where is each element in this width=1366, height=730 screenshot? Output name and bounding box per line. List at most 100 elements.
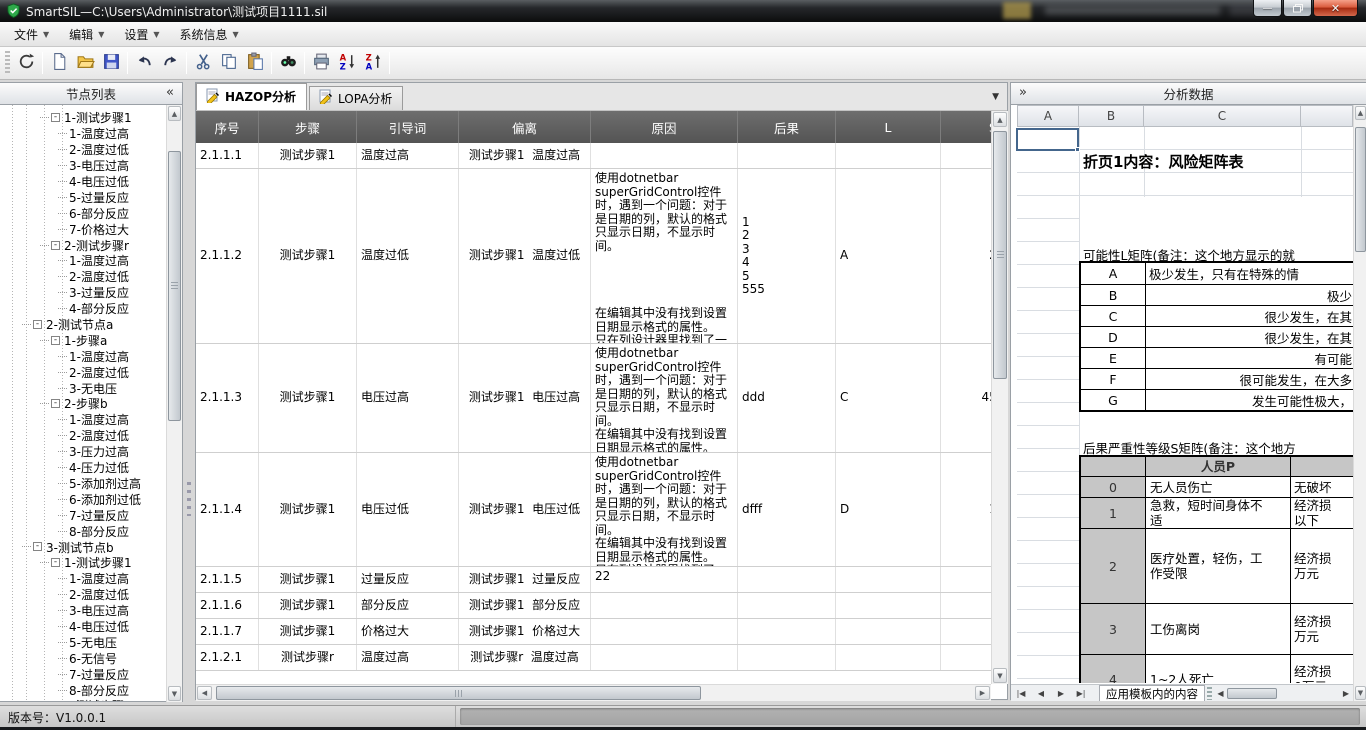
cell-后果[interactable]: ddd (738, 344, 836, 452)
paste-button[interactable] (242, 50, 268, 76)
collapse-node-icon[interactable]: - (51, 113, 60, 122)
cell-引导词[interactable]: 电压过高 (357, 344, 459, 452)
sheet-hscrollbar-thumb[interactable] (1227, 688, 1277, 699)
tree-item[interactable]: 2-温度过低 (0, 364, 166, 380)
tree-item[interactable]: 7-过量反应 (0, 666, 166, 682)
cell-S[interactable]: 455 (941, 344, 991, 452)
spreadsheet-column-A[interactable]: A (1017, 105, 1079, 127)
tree-item[interactable]: -1-测试步骤1 (0, 110, 166, 126)
cell-L[interactable] (836, 593, 941, 618)
cell-原因[interactable] (591, 645, 738, 670)
cell-S[interactable] (941, 619, 991, 644)
cell-原因[interactable]: 使用dotnetbar superGridControl控件时，遇到一个问题：对… (591, 344, 738, 452)
tree-item[interactable]: 2-温度过低 (0, 587, 166, 603)
table-hscrollbar-thumb[interactable] (216, 686, 701, 700)
tree-item[interactable]: 8-部分反应 (0, 523, 166, 539)
cell-S[interactable] (941, 645, 991, 670)
cell-序号[interactable]: 2.1.1.5 (196, 567, 259, 592)
cell-L[interactable] (836, 645, 941, 670)
tree-item[interactable]: 1-温度过高 (0, 571, 166, 587)
cell-序号[interactable]: 2.1.1.3 (196, 344, 259, 452)
sort-desc-button[interactable]: ZA (360, 50, 386, 76)
tree-item[interactable]: 7-过量反应 (0, 507, 166, 523)
cell-原因[interactable] (591, 619, 738, 644)
spreadsheet-column-C[interactable]: C (1144, 105, 1301, 127)
redo-button[interactable] (157, 50, 183, 76)
sheet-last-icon[interactable]: ▶| (1071, 686, 1091, 701)
cell-偏离[interactable]: 测试步骤1 温度过高 (459, 143, 591, 168)
tree-item[interactable]: 6-添加剂过低 (0, 491, 166, 507)
table-row[interactable]: 2.1.1.1测试步骤1温度过高测试步骤1 温度过高 (196, 143, 991, 169)
cell-偏离[interactable]: 测试步骤r 温度过高 (459, 645, 591, 670)
cell-序号[interactable]: 2.1.2.1 (196, 645, 259, 670)
cell-L[interactable]: A (836, 169, 941, 343)
column-header-后果[interactable]: 后果 (738, 111, 836, 143)
cell-步骤[interactable]: 测试步骤1 (259, 593, 357, 618)
close-button[interactable]: ✕ (1313, 0, 1358, 17)
column-header-引导词[interactable]: 引导词 (357, 111, 459, 143)
column-header-序号[interactable]: 序号 (196, 111, 259, 143)
print-button[interactable] (308, 50, 334, 76)
table-row[interactable]: 2.1.1.4测试步骤1电压过低测试步骤1 电压过低使用dotnetbar su… (196, 453, 991, 567)
tree-item[interactable]: 1-温度过高 (0, 412, 166, 428)
restore-button[interactable] (1283, 0, 1312, 17)
tree-item[interactable]: 2-温度过低 (0, 428, 166, 444)
cell-后果[interactable] (738, 619, 836, 644)
cell-原因[interactable] (591, 593, 738, 618)
tree-item[interactable]: 3-无电压 (0, 380, 166, 396)
tree-item[interactable]: 3-压力过高 (0, 444, 166, 460)
tree-item[interactable]: 4-压力过低 (0, 460, 166, 476)
right-panel-scrollbar-thumb[interactable] (1355, 127, 1366, 252)
collapse-node-icon[interactable]: - (33, 542, 42, 551)
cell-序号[interactable]: 2.1.1.6 (196, 593, 259, 618)
find-button[interactable] (275, 50, 301, 76)
tree-scrollbar-thumb[interactable] (168, 151, 181, 421)
cell-后果[interactable] (738, 567, 836, 592)
sheet-prev-icon[interactable]: ◀ (1031, 686, 1051, 701)
spreadsheet-column-d[interactable] (1301, 105, 1353, 127)
cell-L[interactable]: D (836, 453, 941, 566)
cell-S[interactable] (941, 567, 991, 592)
table-row[interactable]: 2.1.1.7测试步骤1价格过大测试步骤1 价格过大 (196, 619, 991, 645)
column-header-步骤[interactable]: 步骤 (259, 111, 357, 143)
cell-引导词[interactable]: 温度过高 (357, 645, 459, 670)
cell-步骤[interactable]: 测试步骤r (259, 645, 357, 670)
collapse-node-icon[interactable]: - (51, 399, 60, 408)
cell-原因[interactable]: 22 (591, 567, 738, 592)
sheet-next-icon[interactable]: ▶ (1051, 686, 1071, 701)
collapse-node-icon[interactable]: - (51, 241, 60, 250)
copy-button[interactable] (216, 50, 242, 76)
menu-item-文件[interactable]: 文件▼ (6, 23, 57, 46)
scroll-right-icon[interactable]: ▶ (975, 686, 990, 700)
sort-asc-button[interactable]: AZ (334, 50, 360, 76)
cell-后果[interactable] (738, 143, 836, 168)
tree-item[interactable]: 8-部分反应 (0, 682, 166, 698)
scroll-down-icon[interactable]: ▼ (1355, 686, 1366, 700)
tree-item[interactable]: 2-温度过低 (0, 142, 166, 158)
cell-后果[interactable]: dfff (738, 453, 836, 566)
collapse-node-icon[interactable]: - (33, 320, 42, 329)
tree-item[interactable]: 6-部分反应 (0, 205, 166, 221)
cell-S[interactable] (941, 593, 991, 618)
tree-item[interactable]: 5-过量反应 (0, 189, 166, 205)
tree-item[interactable]: 1-温度过高 (0, 253, 166, 269)
tree-item[interactable]: 2-温度过低 (0, 269, 166, 285)
tree-item[interactable]: 4-部分反应 (0, 301, 166, 317)
tree-item[interactable]: 7-价格过大 (0, 221, 166, 237)
cell-后果[interactable] (738, 645, 836, 670)
cell-S[interactable] (941, 143, 991, 168)
cell-步骤[interactable]: 测试步骤1 (259, 344, 357, 452)
table-row[interactable]: 2.1.2.1测试步骤r温度过高测试步骤r 温度过高 (196, 645, 991, 671)
cell-步骤[interactable]: 测试步骤1 (259, 567, 357, 592)
tree-item[interactable]: -2-测试步骤r (0, 237, 166, 253)
collapse-node-icon[interactable]: - (51, 336, 60, 345)
cell-步骤[interactable]: 测试步骤1 (259, 453, 357, 566)
tree-scrollbar[interactable]: ▲ ▼ (166, 105, 182, 702)
table-row[interactable]: 2.1.1.5测试步骤1过量反应测试步骤1 过量反应22 (196, 567, 991, 593)
collapse-node-icon[interactable]: - (51, 558, 60, 567)
spreadsheet-column-B[interactable]: B (1079, 105, 1144, 127)
splitter-grip[interactable] (187, 482, 191, 516)
cell-序号[interactable]: 2.1.1.2 (196, 169, 259, 343)
scroll-up-icon[interactable]: ▲ (993, 112, 1007, 127)
cell-L[interactable]: C (836, 344, 941, 452)
